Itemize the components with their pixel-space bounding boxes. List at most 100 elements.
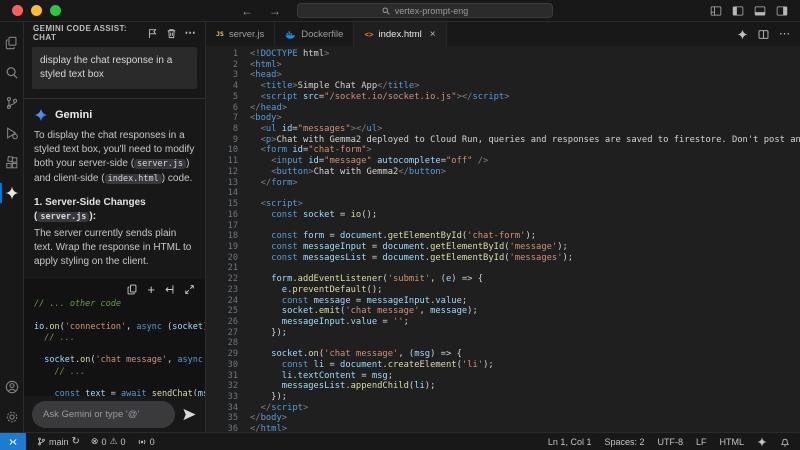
code-line[interactable]: 20 const messagesList = document.getElem… [206,253,800,264]
gemini-section-body: The server currently sends plain text. W… [34,227,192,268]
split-editor-icon[interactable] [758,29,769,40]
line-number: 15 [227,199,238,210]
gemini-section-heading: 1. Server-Side Changes (server.js): [34,196,146,222]
indentation[interactable]: Spaces: 2 [604,437,644,447]
gemini-chat-input[interactable] [32,400,175,428]
code-line[interactable]: 23 e.preventDefault(); [206,285,800,296]
code-line[interactable]: 32 messagesList.appendChild(li); [206,381,800,392]
code-line[interactable]: 29 socket.on('chat message', (msg) => { [206,349,800,360]
code-line[interactable]: 16 const socket = io(); [206,210,800,221]
editor-lines[interactable]: 1 <!DOCTYPE html> 2 <html> 3 <head> 4 <title>S… [206,46,800,432]
code-line[interactable]: 25 socket.emit('chat message', message); [206,306,800,317]
problems-indicator[interactable]: ⊗ 0 ⚠ 0 [91,436,126,447]
eol-sequence[interactable]: LF [696,437,707,447]
add-code-icon[interactable]: + [147,283,155,296]
code-line[interactable]: 34 </script> [206,403,800,414]
code-chip-serverjs2: server.js [37,211,90,222]
send-message-icon[interactable] [182,407,197,422]
chat-code-line: // ... [44,332,75,343]
line-number: 36 [227,424,238,432]
minimize-window-button[interactable] [31,5,42,16]
code-line[interactable]: 9 <p>Chat with Gemma2 deployed to Cloud … [206,135,800,146]
tab-dockerfile[interactable]: Dockerfile [275,22,355,46]
chat-code-line [34,344,205,355]
code-line[interactable]: 8 <ul id="messages"></ul> [206,124,800,135]
code-line[interactable]: 5 <script src="/socket.io/socket.io.js">… [206,92,800,103]
feedback-flag-icon[interactable] [147,28,158,39]
code-line[interactable]: 10 <form id="chat-form"> [206,145,800,156]
code-line[interactable]: 6 </head> [206,103,800,114]
clear-chat-trash-icon[interactable] [166,28,177,39]
code-line[interactable]: 21 [206,263,800,274]
remote-indicator[interactable] [0,433,26,450]
code-line[interactable]: 1 <!DOCTYPE html> [206,49,800,60]
panel-more-actions-icon[interactable]: ⋯ [185,27,196,39]
tab-serverjs[interactable]: JS server.js [206,22,276,46]
line-number: 14 [227,188,238,199]
navigate-back-icon[interactable]: ← [241,5,253,17]
code-line[interactable]: 31 li.textContent = msg; [206,371,800,382]
code-line[interactable]: 11 <input id="message" autocomplete="off… [206,156,800,167]
chat-code-block: + // ... other code io.on('connection', … [24,279,205,396]
source-control-icon[interactable] [0,88,24,118]
status-bar: main ↻ ⊗ 0 ⚠ 0 0 Ln 1, Col 1 Spaces: 2 UTF… [0,432,800,450]
language-mode[interactable]: HTML [720,437,745,447]
code-line[interactable]: 7 <body> [206,113,800,124]
ports-indicator[interactable]: 0 [137,437,155,447]
explorer-icon[interactable] [0,28,24,58]
run-debug-icon[interactable] [0,118,24,148]
code-line[interactable]: 19 const messageInput = document.getElem… [206,242,800,253]
customize-layout-icon[interactable] [710,5,722,17]
html-file-icon: <> [364,29,374,39]
code-line[interactable]: 28 [206,338,800,349]
close-window-button[interactable] [12,5,23,16]
code-line[interactable]: 13 </form> [206,178,800,189]
code-line[interactable]: 2 <html> [206,60,800,71]
code-line[interactable]: 14 [206,188,800,199]
copy-code-icon[interactable] [127,284,138,295]
encoding[interactable]: UTF-8 [657,437,683,447]
notifications-bell-icon[interactable] [780,437,790,447]
settings-gear-icon[interactable] [0,402,24,432]
chat-input-row [24,396,205,432]
code-line[interactable]: 33 }); [206,392,800,403]
code-line[interactable]: 36 </html> [206,424,800,432]
code-line[interactable]: 17 [206,221,800,232]
code-line[interactable]: 3 <head> [206,70,800,81]
code-line[interactable]: 4 <title>Simple Chat App</title> [206,81,800,92]
gemini-code-assist-icon[interactable] [0,178,24,208]
editor-more-actions-icon[interactable]: ⋯ [779,28,790,40]
line-number: 19 [227,241,238,252]
extensions-icon[interactable] [0,148,24,178]
toggle-secondary-sidebar-icon[interactable] [776,5,788,17]
gemini-editor-sparkle-icon[interactable] [737,28,748,40]
code-line[interactable]: 24 const message = messageInput.value; [206,296,800,307]
code-line[interactable]: 22 form.addEventListener('submit', (e) =… [206,274,800,285]
code-line[interactable]: 30 const li = document.createElement('li… [206,360,800,371]
toggle-panel-icon[interactable] [754,5,766,17]
line-number: 31 [227,370,238,381]
close-tab-icon[interactable]: × [430,29,436,40]
line-number: 28 [227,338,238,349]
line-number: 10 [227,145,238,156]
code-line[interactable]: 12 <button>Chat with Gemma2</button> [206,167,800,178]
tab-indexhtml[interactable]: <> index.html × [354,22,447,46]
code-line[interactable]: 18 const form = document.getElementById(… [206,231,800,242]
code-line[interactable]: 26 messageInput.value = ''; [206,317,800,328]
code-line[interactable]: 27 }); [206,328,800,339]
code-line[interactable]: 35 </body> [206,413,800,424]
warnings-icon: ⚠ [109,436,118,446]
branch-indicator[interactable]: main ↻ [37,436,80,447]
accounts-icon[interactable] [0,372,24,402]
command-center-search[interactable]: vertex-prompt-eng [297,3,553,18]
expand-code-icon[interactable] [184,284,195,295]
cursor-position[interactable]: Ln 1, Col 1 [548,437,592,447]
maximize-window-button[interactable] [50,5,61,16]
navigate-forward-icon[interactable]: → [269,5,281,17]
insert-at-cursor-icon[interactable] [164,284,175,295]
toggle-primary-sidebar-icon[interactable] [732,5,744,17]
search-sidebar-icon[interactable] [0,58,24,88]
statusbar-sparkle-icon[interactable] [757,436,767,447]
code-line[interactable]: 15 <script> [206,199,800,210]
editor-group: JS server.js Dockerfile <> index.html × … [206,22,800,432]
